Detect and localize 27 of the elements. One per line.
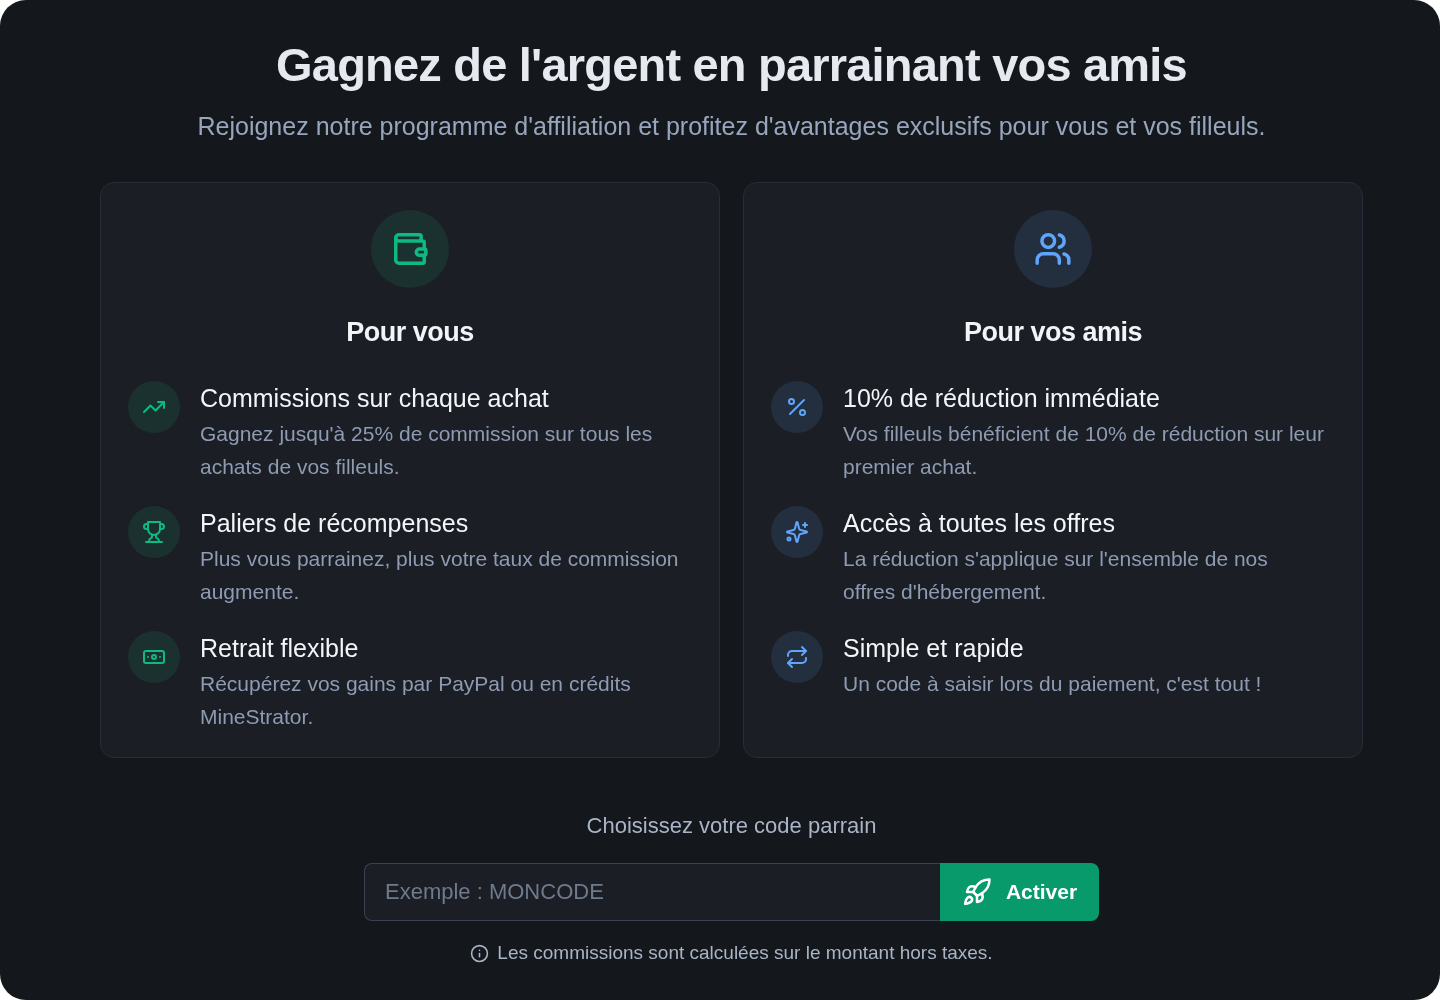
percent-icon bbox=[771, 381, 823, 433]
sparkle-icon bbox=[771, 506, 823, 558]
rocket-icon bbox=[961, 877, 992, 907]
page-title: Gagnez de l'argent en parrainant vos amis bbox=[276, 37, 1187, 93]
feature-title: Retrait flexible bbox=[200, 633, 360, 663]
code-input-field[interactable]: Exemple : MONCODE bbox=[364, 863, 940, 921]
feature-title: 10% de réduction immédiate bbox=[843, 383, 1161, 413]
swap-arrows-icon bbox=[771, 631, 823, 683]
feature-title: Commissions sur chaque achat bbox=[200, 383, 550, 413]
feature-description: Vos filleuls bénéficient de 10% de réduction sur leur premier achat. bbox=[843, 421, 1325, 480]
feature-title: Simple et rapide bbox=[843, 633, 1025, 663]
feature-description: Récupérez vos gains par PayPal ou en crédits MineStrator. bbox=[200, 671, 632, 730]
feature-description: La réduction s'applique sur l'ensemble de nos offres d'hébergement. bbox=[843, 546, 1269, 605]
feature-title: Paliers de récompenses bbox=[200, 508, 470, 538]
info-icon bbox=[470, 943, 490, 963]
page-subtitle: Rejoignez notre programme d'affiliation et profitez d'avantages exclusifs pour vous et vos filleuls. bbox=[197, 111, 1266, 142]
code-label: Choisissez votre code parrain bbox=[586, 812, 877, 840]
feature-description: Plus vous parrainez, plus votre taux de commission augmente. bbox=[200, 546, 680, 605]
trophy-icon bbox=[128, 506, 180, 558]
activate-button[interactable]: Activer bbox=[940, 863, 1099, 921]
card-title: Pour vos amis bbox=[963, 316, 1143, 349]
feature-description: Gagnez jusqu'à 25% de commission sur tous les achats de vos filleuls. bbox=[200, 421, 654, 480]
banknote-icon bbox=[128, 631, 180, 683]
feature-description: Un code à saisir lors du paiement, c'est tout ! bbox=[843, 671, 1263, 697]
card-title: Pour vous bbox=[346, 316, 474, 349]
note-text: Les commissions sont calculées sur le montant hors taxes. bbox=[497, 941, 993, 965]
feature-title: Accès à toutes les offres bbox=[843, 508, 1116, 538]
